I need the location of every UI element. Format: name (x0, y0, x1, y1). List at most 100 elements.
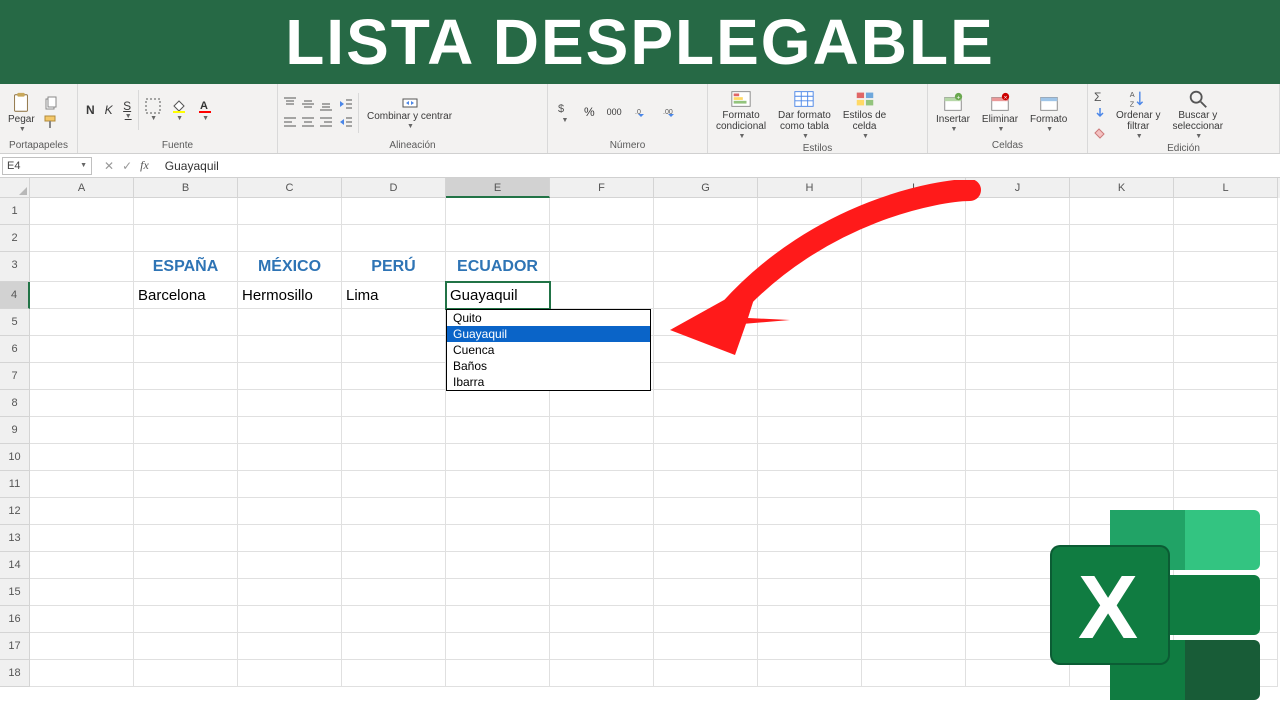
cell-J11[interactable] (966, 471, 1070, 498)
cell-J17[interactable] (966, 633, 1070, 660)
cell-F2[interactable] (550, 225, 654, 252)
row-header-16[interactable]: 16 (0, 606, 30, 633)
cell-A4[interactable] (30, 282, 134, 309)
cell-G7[interactable] (654, 363, 758, 390)
row-header-2[interactable]: 2 (0, 225, 30, 252)
cell-K6[interactable] (1070, 336, 1174, 363)
cell-C8[interactable] (238, 390, 342, 417)
cell-C11[interactable] (238, 471, 342, 498)
cell-G6[interactable] (654, 336, 758, 363)
cell-H11[interactable] (758, 471, 862, 498)
align-right-icon[interactable] (318, 114, 334, 130)
cell-A1[interactable] (30, 198, 134, 225)
cell-G5[interactable] (654, 309, 758, 336)
dropdown-option[interactable]: Ibarra (447, 374, 650, 390)
percent-button[interactable]: % (580, 104, 599, 121)
cell-F16[interactable] (550, 606, 654, 633)
increase-decimal-button[interactable]: .0 (630, 103, 654, 123)
cell-F8[interactable] (550, 390, 654, 417)
cell-E13[interactable] (446, 525, 550, 552)
cell-K3[interactable] (1070, 252, 1174, 282)
cell-E18[interactable] (446, 660, 550, 687)
column-header-H[interactable]: H (758, 178, 862, 198)
cell-K10[interactable] (1070, 444, 1174, 471)
cell-D12[interactable] (342, 498, 446, 525)
cell-G13[interactable] (654, 525, 758, 552)
comma-style-button[interactable]: 000 (603, 106, 626, 119)
cell-A18[interactable] (30, 660, 134, 687)
cell-D13[interactable] (342, 525, 446, 552)
cell-C17[interactable] (238, 633, 342, 660)
cell-L11[interactable] (1174, 471, 1278, 498)
cell-C16[interactable] (238, 606, 342, 633)
cell-J15[interactable] (966, 579, 1070, 606)
italic-button[interactable]: K (101, 90, 117, 130)
format-button[interactable]: Formato▼ (1026, 90, 1071, 136)
cell-E3[interactable]: ECUADOR (446, 252, 550, 282)
cell-E8[interactable] (446, 390, 550, 417)
cell-A2[interactable] (30, 225, 134, 252)
column-header-A[interactable]: A (30, 178, 134, 198)
cell-J9[interactable] (966, 417, 1070, 444)
cell-L18[interactable] (1174, 660, 1278, 687)
cell-J18[interactable] (966, 660, 1070, 687)
cell-I10[interactable] (862, 444, 966, 471)
cell-C6[interactable] (238, 336, 342, 363)
cell-A10[interactable] (30, 444, 134, 471)
cell-K12[interactable] (1070, 498, 1174, 525)
cell-J6[interactable] (966, 336, 1070, 363)
cell-J5[interactable] (966, 309, 1070, 336)
delete-button[interactable]: × Eliminar▼ (978, 90, 1022, 136)
align-left-icon[interactable] (282, 114, 298, 130)
cell-I7[interactable] (862, 363, 966, 390)
cell-E2[interactable] (446, 225, 550, 252)
row-header-10[interactable]: 10 (0, 444, 30, 471)
dropdown-option[interactable]: Quito (447, 310, 650, 326)
cell-K11[interactable] (1070, 471, 1174, 498)
cell-L9[interactable] (1174, 417, 1278, 444)
cell-F18[interactable] (550, 660, 654, 687)
cell-D8[interactable] (342, 390, 446, 417)
cell-H16[interactable] (758, 606, 862, 633)
cell-H14[interactable] (758, 552, 862, 579)
cell-K5[interactable] (1070, 309, 1174, 336)
dropdown-option[interactable]: Cuenca (447, 342, 650, 358)
cell-I14[interactable] (862, 552, 966, 579)
cell-K7[interactable] (1070, 363, 1174, 390)
row-header-8[interactable]: 8 (0, 390, 30, 417)
cell-K16[interactable] (1070, 606, 1174, 633)
cell-J7[interactable] (966, 363, 1070, 390)
row-header-13[interactable]: 13 (0, 525, 30, 552)
cell-K18[interactable] (1070, 660, 1174, 687)
cell-C18[interactable] (238, 660, 342, 687)
row-header-4[interactable]: 4 (0, 282, 30, 309)
bold-button[interactable]: N (82, 90, 99, 130)
cell-G12[interactable] (654, 498, 758, 525)
cell-L13[interactable] (1174, 525, 1278, 552)
cell-I1[interactable] (862, 198, 966, 225)
cell-C13[interactable] (238, 525, 342, 552)
cell-I3[interactable] (862, 252, 966, 282)
cell-B18[interactable] (134, 660, 238, 687)
row-header-3[interactable]: 3 (0, 252, 30, 282)
cell-F13[interactable] (550, 525, 654, 552)
cell-J3[interactable] (966, 252, 1070, 282)
cell-G18[interactable] (654, 660, 758, 687)
cell-C1[interactable] (238, 198, 342, 225)
cell-E15[interactable] (446, 579, 550, 606)
cell-D16[interactable] (342, 606, 446, 633)
cell-A7[interactable] (30, 363, 134, 390)
cell-D6[interactable] (342, 336, 446, 363)
cell-H18[interactable] (758, 660, 862, 687)
row-header-1[interactable]: 1 (0, 198, 30, 225)
formula-input[interactable]: Guayaquil (159, 157, 1280, 175)
cell-C9[interactable] (238, 417, 342, 444)
cell-F11[interactable] (550, 471, 654, 498)
cell-E4[interactable]: Guayaquil (446, 282, 550, 309)
cell-H6[interactable] (758, 336, 862, 363)
cell-F17[interactable] (550, 633, 654, 660)
cell-C4[interactable]: Hermosillo (238, 282, 342, 309)
cell-B4[interactable]: Barcelona (134, 282, 238, 309)
cell-L4[interactable] (1174, 282, 1278, 309)
cell-D4[interactable]: Lima (342, 282, 446, 309)
